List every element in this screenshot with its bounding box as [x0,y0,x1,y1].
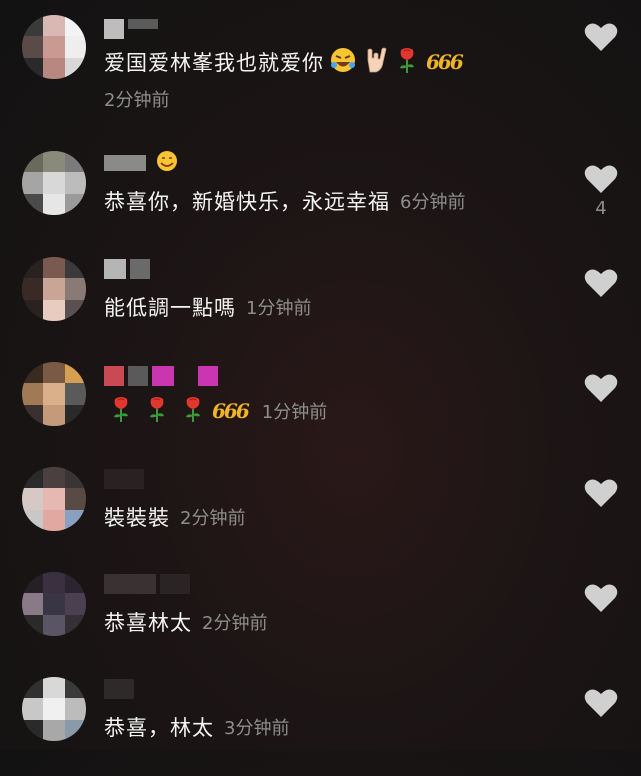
comment-time: 2分钟前 [180,508,246,529]
comment-text: 恭喜林太 [104,611,192,635]
username[interactable] [104,150,178,176]
comment-text-line: 恭喜，林太 3分钟前 [104,712,289,742]
username[interactable] [104,18,158,40]
heart-icon[interactable] [584,478,618,508]
comment-item[interactable]: 爱国爱林峯我也就爱你 666 2分钟前 [0,0,641,111]
smile-emoji [156,150,178,176]
comment-text: 爱国爱林峯我也就爱你 [104,51,324,75]
comment-text-line: 666 1分钟前 [104,395,327,427]
comment-list: 爱国爱林峯我也就爱你 666 2分钟前 恭喜你，新婚快乐，永远幸福 6分钟前 4… [0,0,641,750]
heart-icon[interactable] [584,164,618,194]
avatar[interactable] [22,362,86,426]
comment-text-line: 裝裝裝 2分钟前 [104,502,245,532]
rose-emoji [396,46,418,78]
avatar[interactable] [22,467,86,531]
username[interactable] [104,573,190,595]
comment-time: 2分钟前 [104,90,170,111]
rolling-laughing-emoji [330,47,356,77]
username[interactable] [104,258,150,280]
comment-text: 恭喜你，新婚快乐，永远幸福 [104,190,390,214]
username[interactable] [104,468,144,490]
avatar[interactable] [22,15,86,79]
comment-time: 3分钟前 [224,718,290,739]
avatar[interactable] [22,572,86,636]
comment-text-line: 能低調一點嗎 1分钟前 [104,292,311,322]
username[interactable] [104,365,218,387]
rose-emoji [146,395,168,427]
comment-time: 1分钟前 [261,402,328,423]
comment-time: 2分钟前 [202,613,268,634]
heart-icon[interactable] [584,22,618,52]
comment-item[interactable]: 裝裝裝 2分钟前 [0,462,641,566]
comment-text: 恭喜，林太 [104,716,214,740]
rose-emoji [182,395,204,427]
avatar[interactable] [22,677,86,741]
comment-item[interactable]: 666 1分钟前 [0,357,641,461]
comment-text-line: 恭喜你，新婚快乐，永远幸福 6分钟前 [104,186,465,216]
comment-text: 裝裝裝 [104,506,170,530]
comment-text-line: 爱国爱林峯我也就爱你 666 [104,46,464,78]
avatar[interactable] [22,151,86,215]
comment-item[interactable]: 恭喜林太 2分钟前 [0,567,641,671]
comment-item[interactable]: 能低調一點嗎 1分钟前 [0,252,641,356]
rose-emoji [110,395,132,427]
comment-time: 6分钟前 [400,192,466,213]
heart-icon[interactable] [584,583,618,613]
heart-icon[interactable] [584,373,618,403]
comment-text: 能低調一點嗎 [104,296,236,320]
avatar[interactable] [22,257,86,321]
comment-text-line: 恭喜林太 2分钟前 [104,607,267,637]
666-emoji: 666 [212,399,250,423]
comment-item[interactable]: 恭喜，林太 3分钟前 [0,672,641,776]
comment-item[interactable]: 恭喜你，新婚快乐，永远幸福 6分钟前 [0,146,641,250]
666-emoji: 666 [426,50,464,74]
username[interactable] [104,678,134,700]
heart-icon[interactable] [584,268,618,298]
love-you-hand-emoji [362,46,390,78]
heart-icon[interactable] [584,688,618,718]
like-count: 4 [595,198,607,219]
comment-time: 1分钟前 [246,298,312,319]
